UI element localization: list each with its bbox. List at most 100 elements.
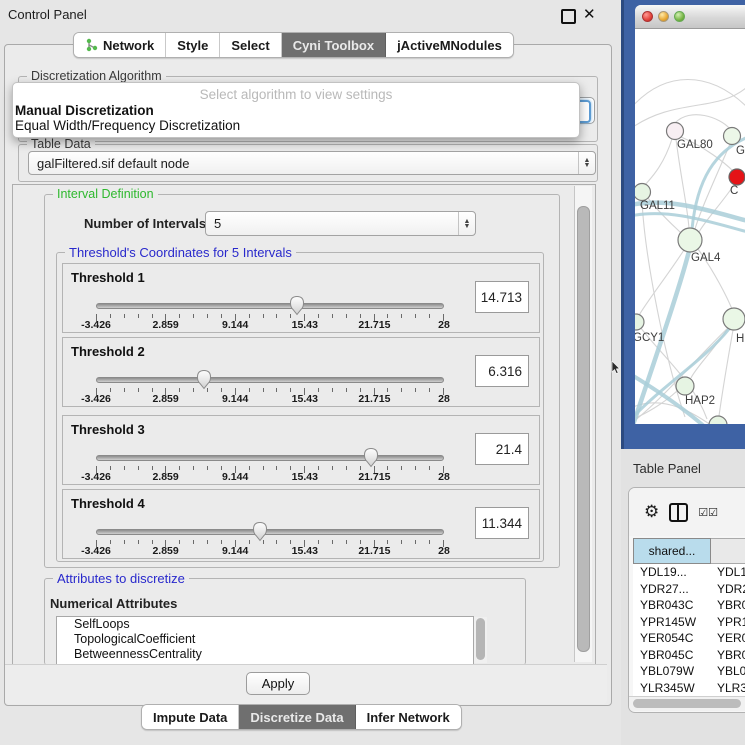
table-row[interactable]: YBL079WYBL0 xyxy=(633,663,745,680)
table-data-combo[interactable]: galFiltered.sif default node ▲▼ xyxy=(28,151,596,175)
table-row[interactable]: YBR045CYBR0 xyxy=(633,647,745,664)
node-gal80 xyxy=(667,123,684,140)
gear-icon[interactable]: ⚙ xyxy=(644,504,659,521)
network-canvas[interactable]: GAL80 GA C GAL11 GAL4 GCY1 H HAP2 xyxy=(635,29,745,424)
thresholds-group-title: Threshold's Coordinates for 5 Intervals xyxy=(65,245,296,260)
table-row[interactable]: YER054CYER0 xyxy=(633,630,745,647)
dropdown-option-equal-width[interactable]: Equal Width/Frequency Discretization xyxy=(13,118,579,133)
tab-network[interactable]: Network xyxy=(74,33,166,57)
float-panel-icon[interactable] xyxy=(561,9,576,24)
threshold-row-2: Threshold 2 -3.426 2.859 9.144 15.43 21.… xyxy=(62,337,540,407)
close-panel-icon[interactable]: ✕ xyxy=(583,5,596,23)
table-row[interactable]: YLR345WYLR3 xyxy=(633,680,745,697)
table-row[interactable]: YDR27...YDR2 xyxy=(633,581,745,598)
algorithm-dropdown-popup: Select algorithm to view settings Manual… xyxy=(12,82,580,138)
table-toolbar: ⚙ ☑☑ xyxy=(629,488,745,536)
tab-infer-network[interactable]: Infer Network xyxy=(356,705,461,729)
table-row[interactable]: YPR145WYPR1 xyxy=(633,614,745,631)
node-label: HAP2 xyxy=(685,395,715,407)
node-top-right xyxy=(724,128,741,145)
column-header-name[interactable]: na xyxy=(711,538,745,564)
attributes-group-title: Attributes to discretize xyxy=(53,571,189,586)
node-label: GAL11 xyxy=(640,200,675,212)
node-gal4 xyxy=(678,228,702,252)
select-columns-icon[interactable]: ☑☑ xyxy=(698,506,718,519)
node-label: GCY1 xyxy=(635,332,664,344)
node-red xyxy=(729,169,745,185)
threshold-1-slider-thumb[interactable] xyxy=(288,295,306,316)
list-item[interactable]: TopologicalCoefficient xyxy=(57,632,473,647)
table-row[interactable]: YDL19...YDL1 xyxy=(633,564,745,581)
tab-discretize-data[interactable]: Discretize Data xyxy=(239,705,355,729)
network-graph xyxy=(635,29,745,424)
threshold-4-value-field[interactable]: 11.344 xyxy=(475,507,529,539)
threshold-2-value-field[interactable]: 6.316 xyxy=(475,355,529,387)
table-data-group-title: Table Data xyxy=(27,137,95,151)
node-label: GA xyxy=(736,145,745,157)
table-hscrollbar-track[interactable] xyxy=(629,696,745,711)
settings-scrollbar-thumb[interactable] xyxy=(577,206,590,652)
threshold-3-slider-track[interactable] xyxy=(96,455,444,461)
minimize-window-icon[interactable] xyxy=(658,11,669,22)
zoom-window-icon[interactable] xyxy=(674,11,685,22)
network-window-titlebar[interactable] xyxy=(635,5,745,29)
threshold-4-slider-thumb[interactable] xyxy=(251,521,269,542)
table-body: YDL19...YDL1 YDR27...YDR2 YBR043CYBR0 YP… xyxy=(633,564,745,696)
threshold-row-1: Threshold 1 -3.426 2.859 9.144 15.43 21.… xyxy=(62,263,540,333)
combo-stepper-icon: ▲▼ xyxy=(578,152,595,174)
close-window-icon[interactable] xyxy=(642,11,653,22)
threshold-2-slider-track[interactable] xyxy=(96,377,444,383)
node-label: C xyxy=(730,185,738,197)
threshold-3-slider-thumb[interactable] xyxy=(362,447,380,468)
tab-cyni-toolbox[interactable]: Cyni Toolbox xyxy=(282,33,386,57)
column-header-shared-name[interactable]: shared... xyxy=(633,538,711,564)
threshold-row-4: Threshold 4 -3.426 2.859 9.144 15.43 21.… xyxy=(62,489,540,559)
list-scrollbar-track[interactable] xyxy=(474,617,487,663)
slider-scale: -3.426 2.859 9.144 15.43 21.715 28 xyxy=(96,471,444,483)
list-item[interactable]: SelfLoops xyxy=(57,617,473,632)
number-of-intervals-label: Number of Intervals xyxy=(84,216,206,231)
table-panel-box: ⚙ ☑☑ shared... na YDL19...YDL1 YDR27...Y… xyxy=(628,487,745,713)
numerical-attributes-label: Numerical Attributes xyxy=(50,596,177,611)
node-bottom xyxy=(709,416,727,424)
screen: Control Panel ✕ Network Style Select Cyn… xyxy=(0,0,745,745)
network-window: GAL80 GA C GAL11 GAL4 GCY1 H HAP2 xyxy=(635,5,745,424)
combo-stepper-icon: ▲▼ xyxy=(458,212,475,235)
mouse-cursor xyxy=(611,361,621,375)
threshold-1-slider-track[interactable] xyxy=(96,303,444,309)
threshold-4-slider-track[interactable] xyxy=(96,529,444,535)
apply-button[interactable]: Apply xyxy=(246,672,310,695)
table-panel-title: Table Panel xyxy=(633,461,701,476)
list-scrollbar-thumb[interactable] xyxy=(476,618,485,660)
threshold-row-3: Threshold 3 -3.426 2.859 9.144 15.43 21.… xyxy=(62,415,540,485)
node-hap2 xyxy=(676,377,694,395)
algorithm-group-title: Discretization Algorithm xyxy=(27,69,166,83)
table-row[interactable]: YBR043CYBR0 xyxy=(633,597,745,614)
node-h xyxy=(723,308,745,330)
threshold-3-value-field[interactable]: 21.4 xyxy=(475,433,529,465)
network-icon xyxy=(85,38,98,52)
threshold-2-slider-thumb[interactable] xyxy=(195,369,213,390)
top-tab-bar: Network Style Select Cyni Toolbox jActiv… xyxy=(73,32,514,58)
tab-jactivemnodules[interactable]: jActiveMNodules xyxy=(386,33,513,57)
slider-scale: -3.426 2.859 9.144 15.43 21.715 28 xyxy=(96,319,444,331)
threshold-1-value-field[interactable]: 14.713 xyxy=(475,281,529,313)
dropdown-option-manual[interactable]: Manual Discretization xyxy=(13,103,579,118)
dropdown-placeholder-item[interactable]: Select algorithm to view settings xyxy=(13,87,579,102)
slider-scale: -3.426 2.859 9.144 15.43 21.715 28 xyxy=(96,393,444,405)
list-item[interactable]: BetweennessCentrality xyxy=(57,647,473,662)
slider-scale: -3.426 2.859 9.144 15.43 21.715 28 xyxy=(96,545,444,557)
tab-style[interactable]: Style xyxy=(166,33,220,57)
tab-select[interactable]: Select xyxy=(220,33,281,57)
node-label: GAL4 xyxy=(691,252,720,264)
interval-definition-title: Interval Definition xyxy=(53,187,158,201)
column-layout-icon[interactable] xyxy=(669,503,688,522)
tab-impute-data[interactable]: Impute Data xyxy=(142,705,239,729)
number-of-intervals-combo[interactable]: 5 ▲▼ xyxy=(205,211,476,236)
bottom-tab-bar: Impute Data Discretize Data Infer Networ… xyxy=(141,704,462,730)
node-label: H xyxy=(736,333,744,345)
node-gal11 xyxy=(635,184,651,201)
table-header-row: shared... na xyxy=(633,538,745,564)
table-hscrollbar-thumb[interactable] xyxy=(633,699,741,708)
node-gcy1 xyxy=(635,314,644,330)
